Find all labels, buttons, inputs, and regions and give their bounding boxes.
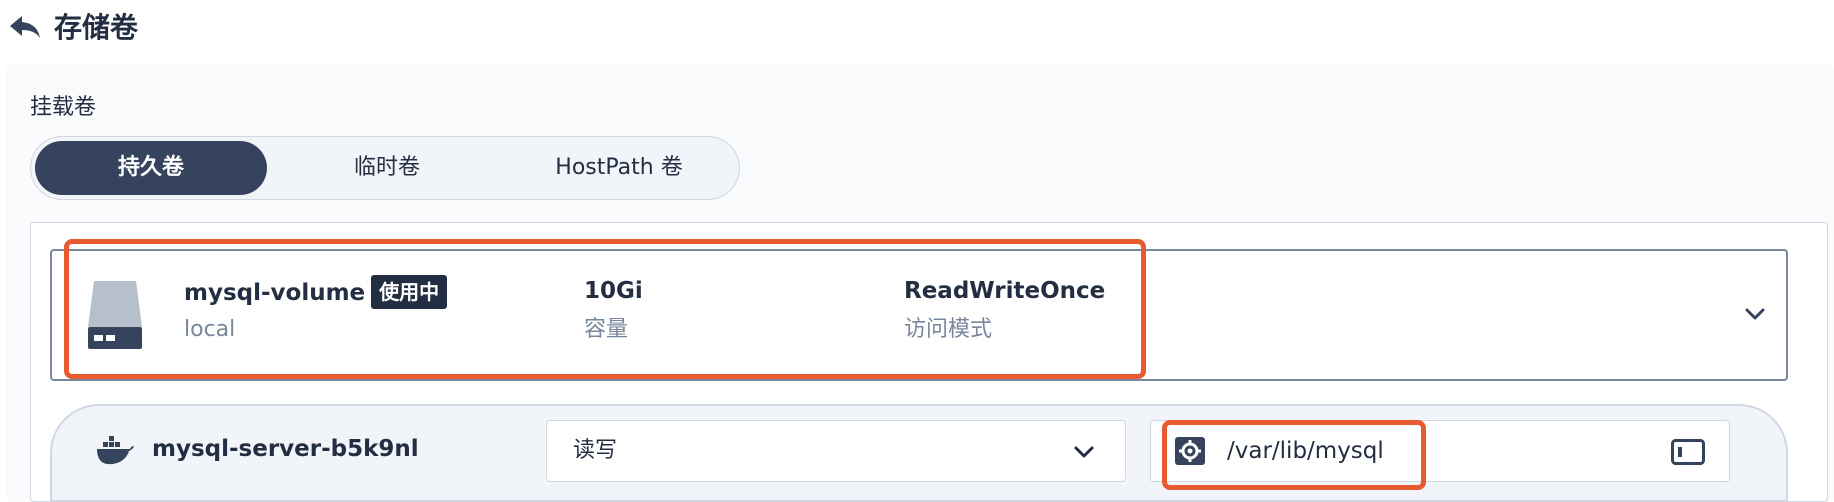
- volume-type-tabs: 持久卷 临时卷 HostPath 卷: [30, 136, 740, 200]
- gear-icon: [1175, 437, 1205, 465]
- tab-temporary-volume[interactable]: 临时卷: [271, 141, 503, 195]
- read-write-mode-select[interactable]: 读写: [546, 420, 1126, 482]
- volume-name: mysql-volume 使用中: [184, 275, 448, 309]
- disk-icon: [88, 281, 142, 349]
- capacity-label: 容量: [584, 317, 629, 342]
- volume-name-text: mysql-volume: [184, 280, 366, 306]
- access-mode-value: ReadWriteOnce: [904, 278, 1106, 304]
- capacity-value: 10Gi: [584, 278, 643, 304]
- container-mount-row: mysql-server-b5k9nl 读写: [50, 404, 1788, 502]
- container-name: mysql-server-b5k9nl: [152, 436, 419, 462]
- tab-persistent-volume[interactable]: 持久卷: [35, 141, 267, 195]
- storage-class-text: local: [184, 317, 236, 342]
- chevron-down-icon[interactable]: [1742, 301, 1768, 327]
- access-mode-label: 访问模式: [904, 317, 993, 342]
- mount-path-input[interactable]: [1227, 435, 1607, 467]
- volume-card[interactable]: mysql-volume 使用中 local 10Gi 容量 ReadWriteO…: [50, 249, 1788, 381]
- page-header: 存储卷: [0, 0, 1834, 62]
- mode-select-value: 读写: [573, 438, 618, 463]
- chevron-down-icon: [1071, 439, 1097, 465]
- sub-path-toggle-icon[interactable]: [1671, 439, 1705, 465]
- docker-icon: [96, 436, 134, 466]
- status-badge: 使用中: [371, 275, 448, 309]
- tab-hostpath-volume[interactable]: HostPath 卷: [501, 141, 737, 195]
- section-label: 挂载卷: [30, 95, 97, 120]
- back-arrow-icon[interactable]: [8, 12, 44, 42]
- page-title: 存储卷: [54, 11, 139, 44]
- mount-path-field[interactable]: [1150, 420, 1730, 482]
